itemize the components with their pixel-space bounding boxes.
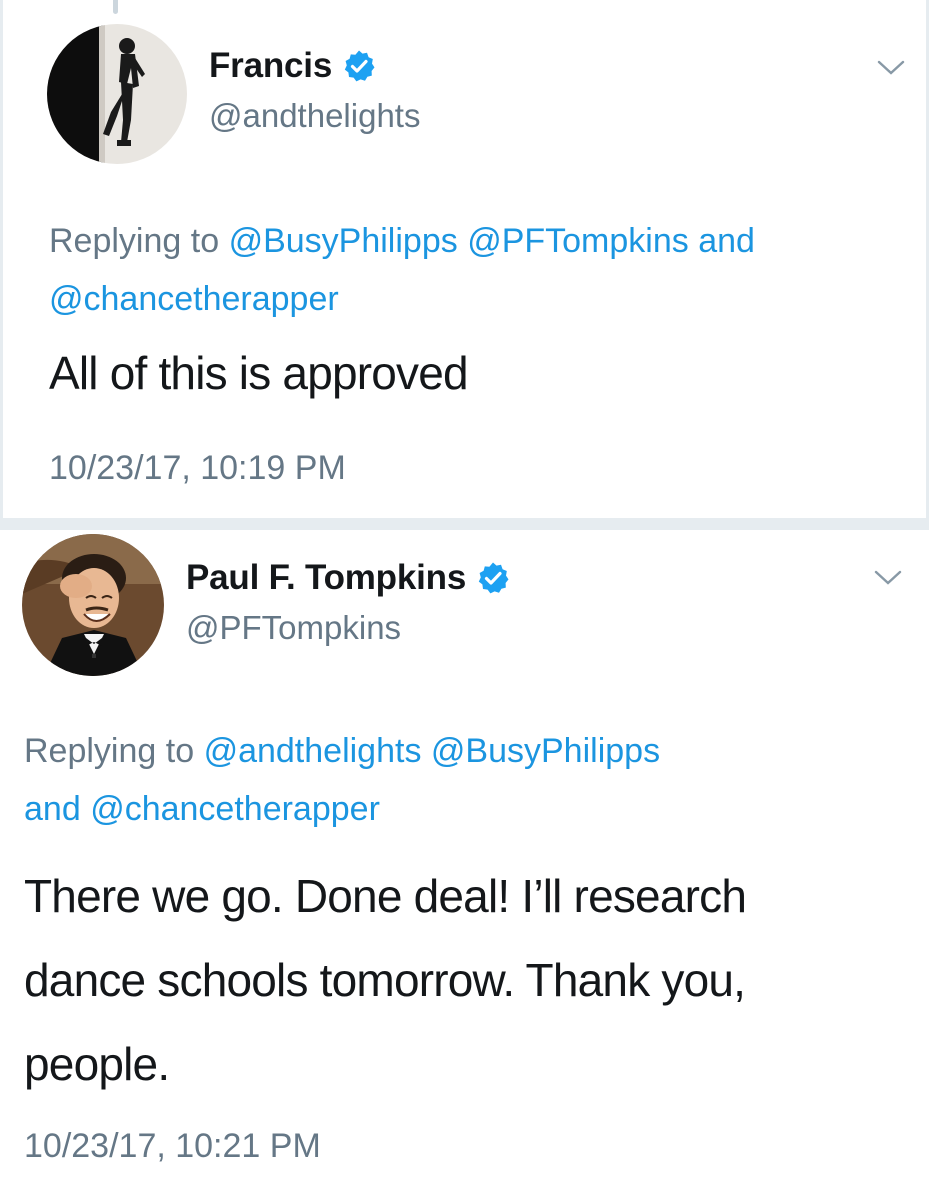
author-name-row: Paul F. Tompkins xyxy=(186,558,510,598)
profile-photo-dancer xyxy=(47,24,187,164)
tweet-text-line: dance schools tomorrow. Thank you, xyxy=(24,954,746,1006)
author-name-row: Francis xyxy=(209,46,376,86)
mention-conjunction: and xyxy=(24,790,81,828)
tweet-timestamp[interactable]: 10/23/17, 10:21 PM xyxy=(24,1126,321,1166)
user-handle[interactable]: @PFTompkins xyxy=(186,608,401,648)
replying-to-line: Replying to @andthelights @BusyPhilipps … xyxy=(24,722,904,838)
user-handle[interactable]: @andthelights xyxy=(209,96,420,136)
mention-link[interactable]: @andthelights xyxy=(204,732,422,770)
tweet-text: There we go. Done deal! I’ll research da… xyxy=(24,854,924,1106)
verified-badge-icon xyxy=(476,561,510,595)
mention-link[interactable]: @chancetherapper xyxy=(90,790,380,828)
replying-to-line: Replying to @BusyPhilipps @PFTompkins an… xyxy=(49,212,929,328)
tweet-card[interactable]: Paul F. Tompkins @PFTompkins Replying to… xyxy=(0,530,929,1200)
mention-link[interactable]: @BusyPhilipps xyxy=(229,222,458,260)
replying-prefix: Replying to xyxy=(24,732,195,770)
tweet-text-line: people. xyxy=(24,1038,170,1090)
display-name[interactable]: Francis xyxy=(209,46,332,86)
tweet-divider xyxy=(0,518,929,530)
chevron-down-icon[interactable] xyxy=(873,568,903,588)
tweet-timestamp[interactable]: 10/23/17, 10:19 PM xyxy=(49,448,346,488)
avatar[interactable] xyxy=(47,24,187,164)
mention-conjunction: and xyxy=(698,222,755,260)
tweet-card[interactable]: Francis @andthelights Replying to @BusyP… xyxy=(0,0,929,518)
avatar[interactable] xyxy=(22,534,164,676)
mention-link[interactable]: @PFTompkins xyxy=(467,222,689,260)
display-name[interactable]: Paul F. Tompkins xyxy=(186,558,466,598)
verified-badge-icon xyxy=(342,49,376,83)
mention-link[interactable]: @chancetherapper xyxy=(49,280,339,318)
profile-photo-laughing-man xyxy=(22,534,164,676)
chevron-down-icon[interactable] xyxy=(876,58,906,78)
mention-link[interactable]: @BusyPhilipps xyxy=(431,732,660,770)
tweet-text: All of this is approved xyxy=(49,347,469,399)
tweet-text-line: There we go. Done deal! I’ll research xyxy=(24,870,747,922)
thread-connector-line xyxy=(113,0,118,14)
replying-prefix: Replying to xyxy=(49,222,220,260)
